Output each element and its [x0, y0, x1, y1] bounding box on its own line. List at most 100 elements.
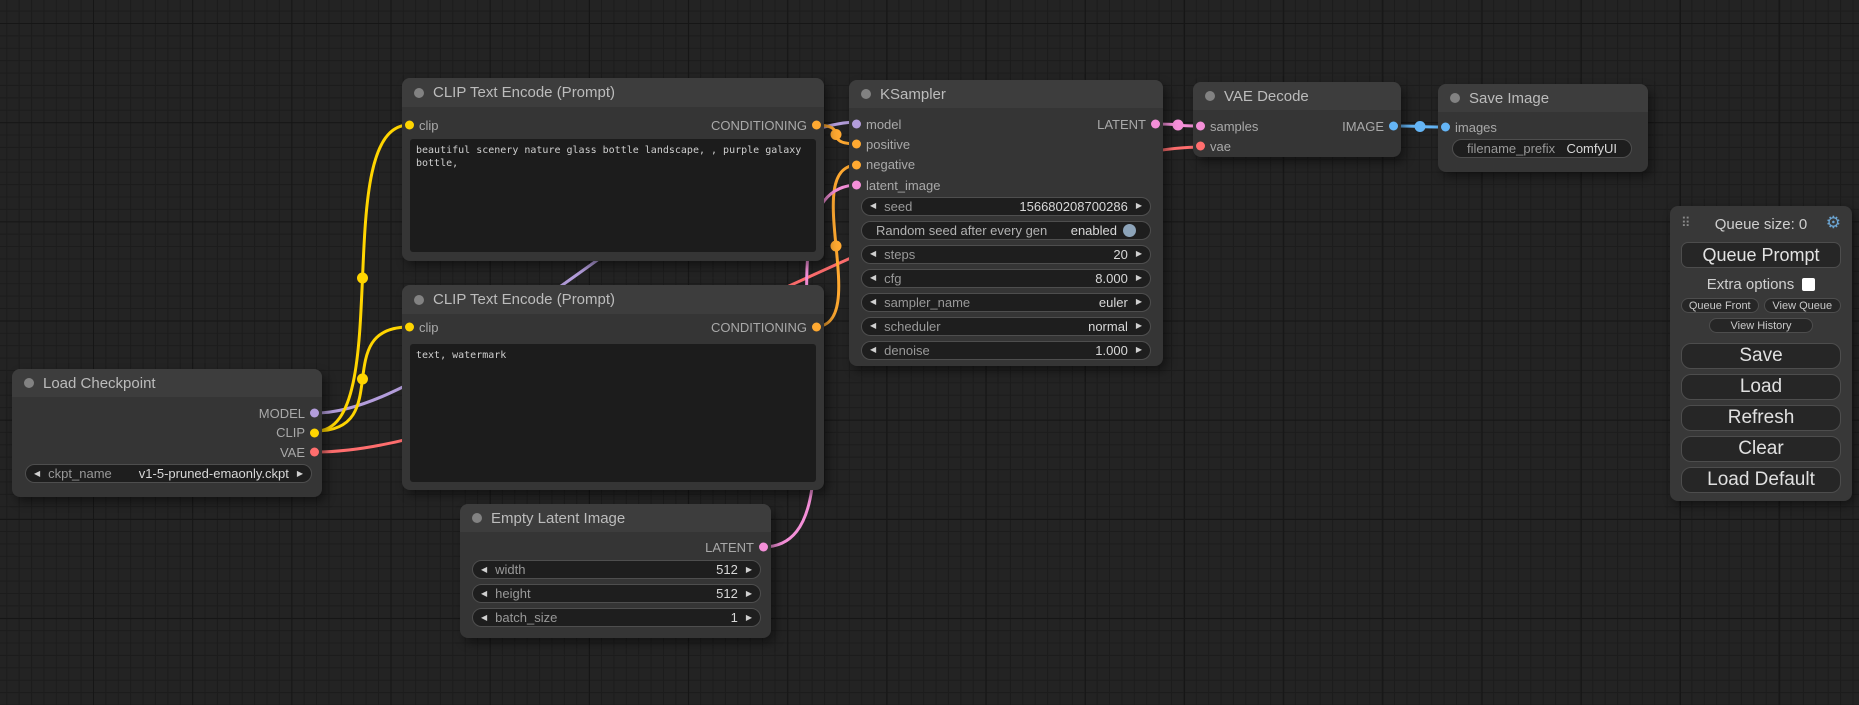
load-default-button[interactable]: Load Default — [1681, 467, 1841, 493]
input-slot-images[interactable] — [1441, 123, 1450, 132]
input-slot-clip[interactable] — [405, 121, 414, 130]
clear-button[interactable]: Clear — [1681, 436, 1841, 462]
increment-arrow-icon[interactable]: ▶ — [746, 590, 752, 598]
widget-seed[interactable]: ◀ seed 156680208700286 ▶ — [861, 197, 1151, 216]
collapse-toggle-icon[interactable] — [472, 513, 482, 523]
node-title-bar[interactable]: CLIP Text Encode (Prompt) — [402, 78, 824, 107]
decrement-arrow-icon[interactable]: ◀ — [34, 470, 40, 478]
collapse-toggle-icon[interactable] — [861, 89, 871, 99]
extra-options-checkbox[interactable] — [1802, 278, 1815, 291]
decrement-arrow-icon[interactable]: ◀ — [870, 346, 876, 354]
queue-prompt-button[interactable]: Queue Prompt — [1681, 242, 1841, 268]
collapse-toggle-icon[interactable] — [414, 88, 424, 98]
decrement-arrow-icon[interactable]: ◀ — [870, 322, 876, 330]
node-title: Load Checkpoint — [43, 375, 156, 392]
output-slot-vae[interactable] — [310, 448, 319, 457]
increment-arrow-icon[interactable]: ▶ — [746, 614, 752, 622]
node-save-image[interactable]: Save Image images filename_prefix ComfyU… — [1438, 84, 1648, 172]
drag-handle-icon[interactable]: ⠿ — [1681, 215, 1691, 231]
widget-sampler-name[interactable]: ◀ sampler_name euler ▶ — [861, 293, 1151, 312]
output-slot-latent[interactable] — [759, 543, 768, 552]
node-ksampler[interactable]: KSampler model LATENT positive negative … — [849, 80, 1163, 366]
node-title-bar[interactable]: CLIP Text Encode (Prompt) — [402, 285, 824, 314]
collapse-toggle-icon[interactable] — [1450, 93, 1460, 103]
node-title-bar[interactable]: Save Image — [1438, 84, 1648, 112]
view-history-button[interactable]: View History — [1709, 318, 1813, 333]
decrement-arrow-icon[interactable]: ◀ — [481, 590, 487, 598]
gear-icon[interactable]: ⚙ — [1826, 214, 1841, 231]
refresh-button[interactable]: Refresh — [1681, 405, 1841, 431]
output-slot-clip[interactable] — [310, 428, 319, 437]
node-title-bar[interactable]: KSampler — [849, 80, 1163, 108]
output-slot-image[interactable] — [1389, 122, 1398, 131]
node-title-bar[interactable]: Empty Latent Image — [460, 504, 771, 532]
decrement-arrow-icon[interactable]: ◀ — [481, 614, 487, 622]
decrement-arrow-icon[interactable]: ◀ — [870, 202, 876, 210]
increment-arrow-icon[interactable]: ▶ — [1136, 274, 1142, 282]
decrement-arrow-icon[interactable]: ◀ — [870, 274, 876, 282]
increment-arrow-icon[interactable]: ▶ — [1136, 250, 1142, 258]
prompt-text-input[interactable]: beautiful scenery nature glass bottle la… — [410, 139, 816, 252]
widget-ckpt-name[interactable]: ◀ ckpt_name v1-5-pruned-emaonly.ckpt ▶ — [25, 464, 312, 483]
node-title-bar[interactable]: Load Checkpoint — [12, 369, 322, 397]
widget-steps[interactable]: ◀ steps 20 ▶ — [861, 245, 1151, 264]
graph-canvas[interactable]: Load Checkpoint MODEL CLIP VAE ◀ ckpt_na… — [0, 0, 1859, 705]
input-slot-latent-image[interactable] — [852, 181, 861, 190]
node-title-bar[interactable]: VAE Decode — [1193, 82, 1401, 110]
link-midpoint-dot[interactable] — [1415, 121, 1426, 132]
queue-panel-header: ⠿ Queue size: 0 ⚙ — [1681, 214, 1841, 234]
collapse-toggle-icon[interactable] — [414, 295, 424, 305]
increment-arrow-icon[interactable]: ▶ — [1136, 202, 1142, 210]
collapse-toggle-icon[interactable] — [24, 378, 34, 388]
extra-options-row: Extra options — [1681, 277, 1841, 292]
widget-label: width — [495, 562, 525, 577]
output-slot-conditioning[interactable] — [812, 323, 821, 332]
increment-arrow-icon[interactable]: ▶ — [746, 566, 752, 574]
input-slot-model[interactable] — [852, 120, 861, 129]
output-slot-model[interactable] — [310, 409, 319, 418]
link-midpoint-dot[interactable] — [831, 241, 842, 252]
node-empty-latent-image[interactable]: Empty Latent Image LATENT ◀ width 512 ▶ … — [460, 504, 771, 638]
increment-arrow-icon[interactable]: ▶ — [297, 470, 303, 478]
decrement-arrow-icon[interactable]: ◀ — [870, 298, 876, 306]
output-slot-latent[interactable] — [1151, 120, 1160, 129]
widget-width[interactable]: ◀ width 512 ▶ — [472, 560, 761, 579]
collapse-toggle-icon[interactable] — [1205, 91, 1215, 101]
increment-arrow-icon[interactable]: ▶ — [1136, 346, 1142, 354]
widget-denoise[interactable]: ◀ denoise 1.000 ▶ — [861, 341, 1151, 360]
node-vae-decode[interactable]: VAE Decode samples IMAGE vae — [1193, 82, 1401, 157]
input-slot-positive[interactable] — [852, 140, 861, 149]
save-button[interactable]: Save — [1681, 343, 1841, 369]
view-queue-button[interactable]: View Queue — [1764, 298, 1842, 313]
increment-arrow-icon[interactable]: ▶ — [1136, 322, 1142, 330]
widget-scheduler[interactable]: ◀ scheduler normal ▶ — [861, 317, 1151, 336]
input-slot-clip[interactable] — [405, 323, 414, 332]
link-midpoint-dot[interactable] — [831, 129, 842, 140]
toggle-knob-icon[interactable] — [1123, 224, 1136, 237]
widget-cfg[interactable]: ◀ cfg 8.000 ▶ — [861, 269, 1151, 288]
node-title: Save Image — [1469, 90, 1549, 107]
widget-label: denoise — [884, 343, 930, 358]
widget-height[interactable]: ◀ height 512 ▶ — [472, 584, 761, 603]
queue-front-button[interactable]: Queue Front — [1681, 298, 1759, 313]
load-button[interactable]: Load — [1681, 374, 1841, 400]
link-midpoint-dot[interactable] — [357, 273, 368, 284]
output-slot-conditioning[interactable] — [812, 121, 821, 130]
decrement-arrow-icon[interactable]: ◀ — [481, 566, 487, 574]
widget-random-seed-toggle[interactable]: Random seed after every gen enabled — [861, 221, 1151, 240]
widget-filename-prefix[interactable]: filename_prefix ComfyUI — [1452, 139, 1632, 158]
node-clip-text-encode-negative[interactable]: CLIP Text Encode (Prompt) clip CONDITION… — [402, 285, 824, 490]
node-clip-text-encode-positive[interactable]: CLIP Text Encode (Prompt) clip CONDITION… — [402, 78, 824, 261]
node-load-checkpoint[interactable]: Load Checkpoint MODEL CLIP VAE ◀ ckpt_na… — [12, 369, 322, 497]
input-slot-samples[interactable] — [1196, 122, 1205, 131]
increment-arrow-icon[interactable]: ▶ — [1136, 298, 1142, 306]
link-midpoint-dot[interactable] — [357, 374, 368, 385]
widget-batch-size[interactable]: ◀ batch_size 1 ▶ — [472, 608, 761, 627]
decrement-arrow-icon[interactable]: ◀ — [870, 250, 876, 258]
link-midpoint-dot[interactable] — [1173, 120, 1184, 131]
input-slot-vae[interactable] — [1196, 142, 1205, 151]
prompt-text-input[interactable]: text, watermark — [410, 344, 816, 482]
widget-label: filename_prefix — [1467, 141, 1555, 156]
slot-row: vae — [1193, 136, 1401, 156]
input-slot-negative[interactable] — [852, 160, 861, 169]
